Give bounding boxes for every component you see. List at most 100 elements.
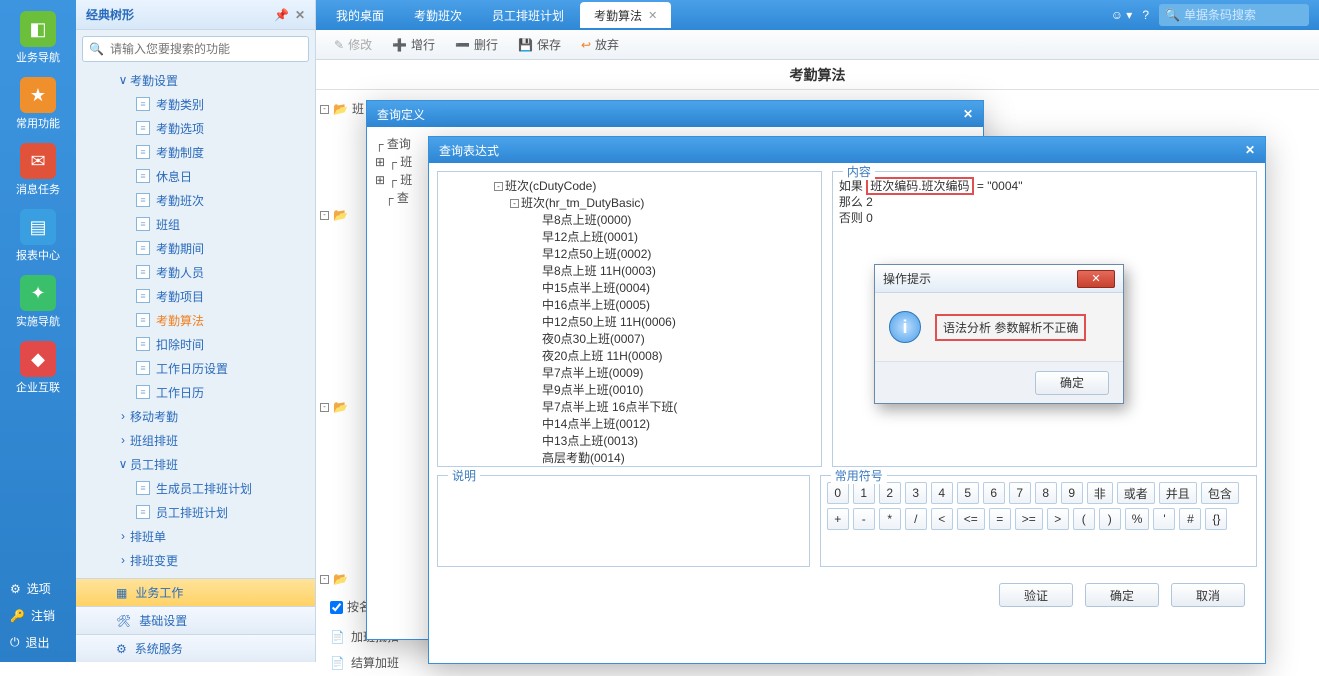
rail-item-impl[interactable]: ✦实施导航 xyxy=(8,272,68,332)
tree-search-input[interactable] xyxy=(110,42,302,56)
rail-item-report[interactable]: ▤报表中心 xyxy=(8,206,68,266)
op-button[interactable]: 9 xyxy=(1061,482,1083,504)
msgbox-ok-button[interactable]: 确定 xyxy=(1035,371,1109,395)
main-area: 我的桌面 考勤班次 员工排班计划 考勤算法✕ ☺ ▾ ? 🔍 ✎修改 ➕增行 ➖… xyxy=(316,0,1319,662)
rail-item-msg[interactable]: ✉消息任务 xyxy=(8,140,68,200)
tree-tab-base[interactable]: 🛠基础设置 xyxy=(76,606,315,634)
dlg2-titlebar[interactable]: 查询表达式 ✕ xyxy=(429,137,1265,163)
tree-node[interactable]: ≡扣除时间 xyxy=(76,332,315,356)
tb-edit[interactable]: ✎修改 xyxy=(326,33,380,56)
close-icon[interactable]: ✕ xyxy=(1245,143,1255,157)
tree-tab-biz[interactable]: ▦业务工作 xyxy=(76,578,315,606)
cancel-button[interactable]: 取消 xyxy=(1171,583,1245,607)
tree-node[interactable]: ›班组排班 xyxy=(76,428,315,452)
op-button[interactable]: <= xyxy=(957,508,985,530)
ok-button[interactable]: 确定 xyxy=(1085,583,1159,607)
dlg1-titlebar[interactable]: 查询定义 ✕ xyxy=(367,101,983,127)
tree-node[interactable]: ›排班单 xyxy=(76,524,315,548)
power-icon: ⏻ xyxy=(10,635,20,650)
tab-algo[interactable]: 考勤算法✕ xyxy=(580,2,671,28)
op-button[interactable]: 非 xyxy=(1087,482,1113,504)
tab-desktop[interactable]: 我的桌面 xyxy=(322,2,398,28)
op-button[interactable]: ) xyxy=(1099,508,1121,530)
tree-node[interactable]: ›排班变更 xyxy=(76,548,315,568)
op-button[interactable]: 或者 xyxy=(1117,482,1155,504)
tree-node[interactable]: ≡员工排班计划 xyxy=(76,500,315,524)
tree-node[interactable]: ≡工作日历设置 xyxy=(76,356,315,380)
op-button[interactable]: ' xyxy=(1153,508,1175,530)
tree-node[interactable]: ≡考勤制度 xyxy=(76,140,315,164)
tree-node[interactable]: ≡休息日 xyxy=(76,164,315,188)
rail-item-fav[interactable]: ★常用功能 xyxy=(8,74,68,134)
close-icon[interactable]: ✕ xyxy=(295,8,305,22)
op-button[interactable]: 4 xyxy=(931,482,953,504)
tree-node[interactable]: ≡考勤算法 xyxy=(76,308,315,332)
expr-tree[interactable]: - 班次(cDutyCode)- 班次(hr_tm_DutyBasic)早8点上… xyxy=(444,178,815,466)
rail-item-conn[interactable]: ◆企业互联 xyxy=(8,338,68,398)
tree-node[interactable]: ≡考勤类别 xyxy=(76,92,315,116)
chk-byname[interactable] xyxy=(330,601,343,614)
tree-node[interactable]: ≡班组 xyxy=(76,212,315,236)
op-button[interactable]: 3 xyxy=(905,482,927,504)
op-button[interactable]: 6 xyxy=(983,482,1005,504)
grid-icon: ▦ xyxy=(116,586,127,600)
op-button[interactable]: = xyxy=(989,508,1011,530)
tree-search-box[interactable]: 🔍 xyxy=(82,36,309,62)
op-button[interactable]: % xyxy=(1125,508,1150,530)
tb-save[interactable]: 💾保存 xyxy=(510,33,569,56)
close-icon[interactable]: ✕ xyxy=(963,107,973,121)
op-button[interactable]: + xyxy=(827,508,849,530)
op-button[interactable]: / xyxy=(905,508,927,530)
rail-item-biz[interactable]: ◧业务导航 xyxy=(8,8,68,68)
op-button[interactable]: 并且 xyxy=(1159,482,1197,504)
tb-discard[interactable]: ↩放弃 xyxy=(573,33,627,56)
close-icon[interactable]: ✕ xyxy=(648,9,657,22)
close-icon[interactable]: ✕ xyxy=(1077,270,1115,288)
rail-exit[interactable]: ⏻退出 xyxy=(0,629,76,656)
help-icon[interactable]: ? xyxy=(1142,8,1149,22)
tree-tab-sys[interactable]: ⚙系统服务 xyxy=(76,634,315,662)
tb-delrow[interactable]: ➖删行 xyxy=(447,33,506,56)
op-button[interactable]: 5 xyxy=(957,482,979,504)
op-button[interactable]: 0 xyxy=(827,482,849,504)
op-button[interactable]: 包含 xyxy=(1201,482,1239,504)
tree-node[interactable]: ≡考勤班次 xyxy=(76,188,315,212)
op-button[interactable]: # xyxy=(1179,508,1201,530)
msgbox-title[interactable]: 操作提示 ✕ xyxy=(875,265,1123,293)
op-button[interactable]: - xyxy=(853,508,875,530)
op-button[interactable]: ( xyxy=(1073,508,1095,530)
tree-node[interactable]: ≡考勤期间 xyxy=(76,236,315,260)
op-button[interactable]: 7 xyxy=(1009,482,1031,504)
op-button[interactable]: > xyxy=(1047,508,1069,530)
head-search[interactable]: 🔍 xyxy=(1159,4,1309,26)
tab-plan[interactable]: 员工排班计划 xyxy=(478,2,578,28)
tree-node[interactable]: ≡考勤选项 xyxy=(76,116,315,140)
smile-icon[interactable]: ☺ ▾ xyxy=(1111,8,1133,22)
pin-icon[interactable]: 📌 xyxy=(274,8,289,22)
op-button[interactable]: < xyxy=(931,508,953,530)
head-search-input[interactable] xyxy=(1184,8,1303,22)
tb-addrow[interactable]: ➕增行 xyxy=(384,33,443,56)
op-button[interactable]: >= xyxy=(1015,508,1043,530)
ops-label: 常用符号 xyxy=(831,467,887,484)
rail-options[interactable]: ⚙选项 xyxy=(0,575,76,602)
op-button[interactable]: {} xyxy=(1205,508,1227,530)
key-icon: 🔑 xyxy=(10,609,25,623)
tree-node[interactable]: ›移动考勤 xyxy=(76,404,315,428)
rail-logout[interactable]: 🔑注销 xyxy=(0,602,76,629)
tree-node[interactable]: ≡生成员工排班计划 xyxy=(76,476,315,500)
verify-button[interactable]: 验证 xyxy=(999,583,1073,607)
op-button[interactable]: 8 xyxy=(1035,482,1057,504)
msgbox: 操作提示 ✕ i 语法分析 参数解析不正确 确定 xyxy=(874,264,1124,404)
tree-node[interactable]: ∨考勤设置 xyxy=(76,68,315,92)
tree-node[interactable]: ≡工作日历 xyxy=(76,380,315,404)
tree-list[interactable]: ∨考勤设置≡考勤类别≡考勤选项≡考勤制度≡休息日≡考勤班次≡班组≡考勤期间≡考勤… xyxy=(76,68,315,568)
op-button[interactable]: * xyxy=(879,508,901,530)
tree-node[interactable]: ≡考勤人员 xyxy=(76,260,315,284)
tree-node[interactable]: ≡考勤项目 xyxy=(76,284,315,308)
tab-shift[interactable]: 考勤班次 xyxy=(400,2,476,28)
op-button[interactable]: 2 xyxy=(879,482,901,504)
tools-icon: 🛠 xyxy=(116,614,131,628)
tree-node[interactable]: ∨员工排班 xyxy=(76,452,315,476)
op-button[interactable]: 1 xyxy=(853,482,875,504)
